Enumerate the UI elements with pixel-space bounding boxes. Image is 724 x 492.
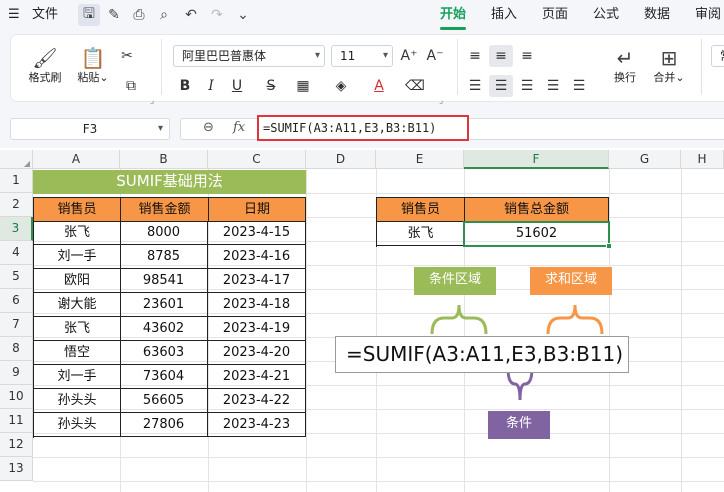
sum-range-bracket [546,304,604,335]
condition-range-bracket [430,304,488,335]
bracket-annotations [430,304,604,401]
condition-tag: 条件 [488,411,550,439]
formula-illustration: =SUMIF(A3:A11,E3,B3:B11) [335,336,629,373]
